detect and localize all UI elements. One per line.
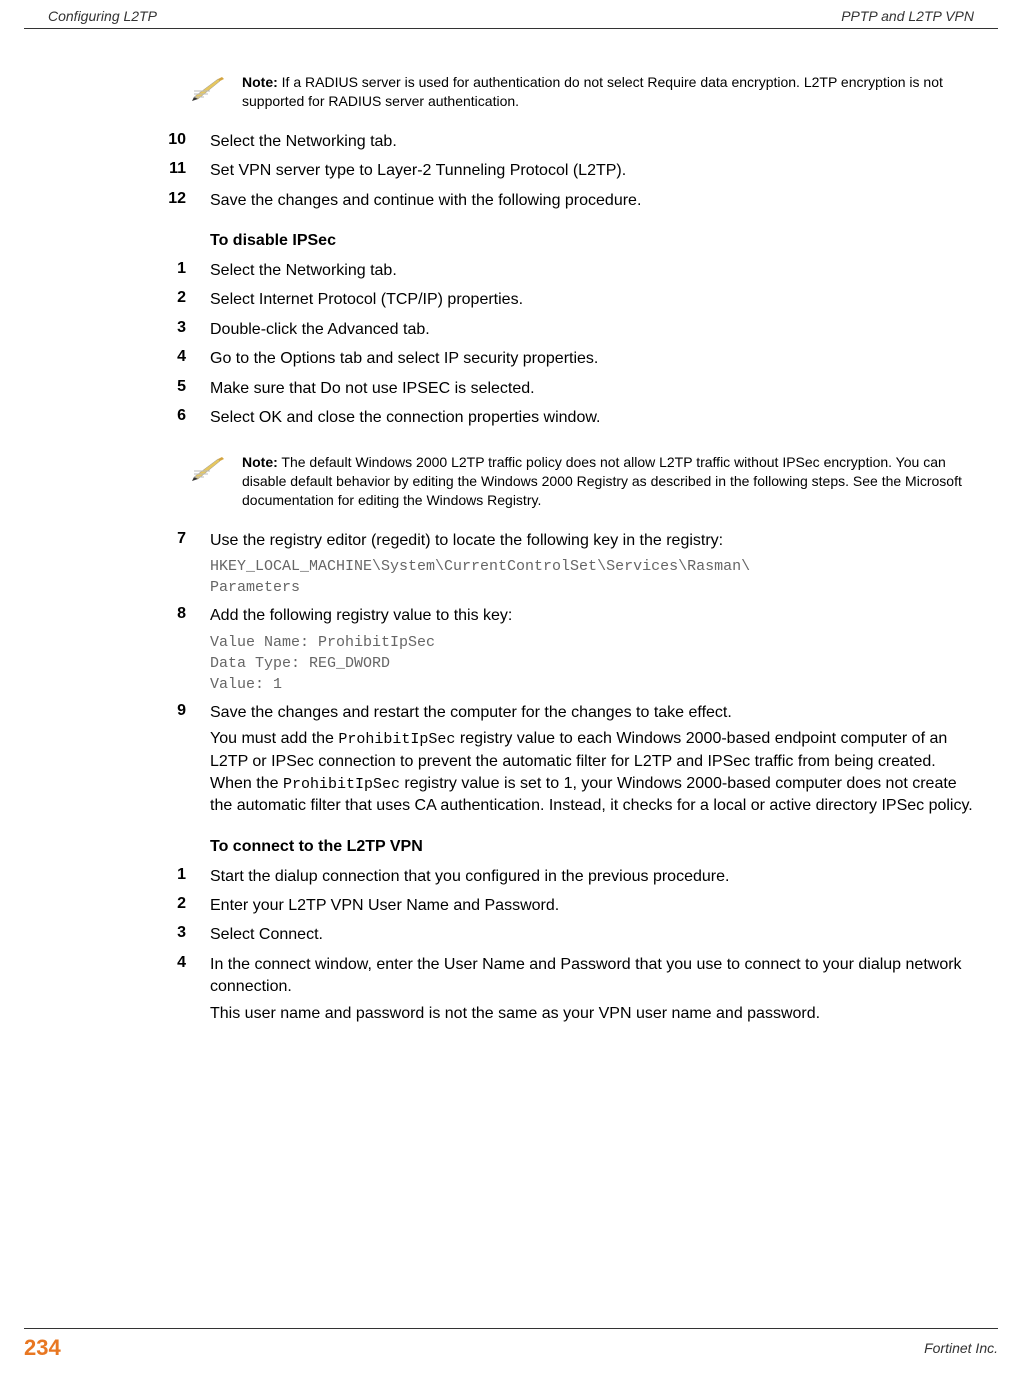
step-9-text: Save the changes and restart the compute… (210, 704, 732, 721)
step-text: Set VPN server type to Layer-2 Tunneling… (210, 160, 980, 182)
step-12: 12 Save the changes and continue with th… (40, 190, 980, 212)
heading-disable-ipsec: To disable IPSec (210, 232, 982, 250)
step-number: 1 (40, 260, 210, 282)
step-c4: 4 In the connect window, enter the User … (40, 954, 980, 1025)
note-icon (190, 73, 230, 108)
step-text: Select OK and close the connection prope… (210, 407, 980, 429)
step-7: 7 Use the registry editor (regedit) to l… (40, 530, 980, 598)
step-number: 9 (40, 702, 210, 818)
step-c1: 1 Start the dialup connection that you c… (40, 866, 980, 888)
code-prohibitipsec-1: ProhibitIpSec (338, 731, 455, 748)
step-7-text: Use the registry editor (regedit) to loc… (210, 532, 723, 549)
step-c4-text: In the connect window, enter the User Na… (210, 956, 962, 995)
step-10: 10 Select the Networking tab. (40, 131, 980, 153)
step-number: 5 (40, 378, 210, 400)
step-b2: 2 Select Internet Protocol (TCP/IP) prop… (40, 289, 980, 311)
step-c4-sub: This user name and password is not the s… (210, 1003, 980, 1025)
step-number: 2 (40, 895, 210, 917)
step-text: Save the changes and restart the compute… (210, 702, 980, 818)
note-block-2: Note: The default Windows 2000 L2TP traf… (190, 453, 970, 510)
page-content: Note: If a RADIUS server is used for aut… (0, 29, 1022, 1052)
step-b3: 3 Double-click the Advanced tab. (40, 319, 980, 341)
note-label: Note: (242, 74, 278, 90)
code-prohibitipsec-2: ProhibitIpSec (283, 776, 400, 793)
note-block-1: Note: If a RADIUS server is used for aut… (190, 73, 970, 111)
step-8-text: Add the following registry value to this… (210, 607, 512, 624)
heading-connect-l2tp: To connect to the L2TP VPN (210, 838, 982, 856)
step-11: 11 Set VPN server type to Layer-2 Tunnel… (40, 160, 980, 182)
step-text: Save the changes and continue with the f… (210, 190, 980, 212)
step-number: 3 (40, 319, 210, 341)
step-b4: 4 Go to the Options tab and select IP se… (40, 348, 980, 370)
step-b1: 1 Select the Networking tab. (40, 260, 980, 282)
step-number: 2 (40, 289, 210, 311)
step-text: Select the Networking tab. (210, 131, 980, 153)
note-body: The default Windows 2000 L2TP traffic po… (242, 454, 962, 508)
step-number: 10 (40, 131, 210, 153)
step-number: 3 (40, 924, 210, 946)
note-label: Note: (242, 454, 278, 470)
step-number: 7 (40, 530, 210, 598)
step-text: Select the Networking tab. (210, 260, 980, 282)
step-text: Start the dialup connection that you con… (210, 866, 980, 888)
step-number: 1 (40, 866, 210, 888)
note-text-1: Note: If a RADIUS server is used for aut… (242, 73, 970, 111)
step-text: Enter your L2TP VPN User Name and Passwo… (210, 895, 980, 917)
step-c3: 3 Select Connect. (40, 924, 980, 946)
step-9: 9 Save the changes and restart the compu… (40, 702, 980, 818)
step-number: 6 (40, 407, 210, 429)
step-number: 4 (40, 348, 210, 370)
step-text: Double-click the Advanced tab. (210, 319, 980, 341)
step-text: Go to the Options tab and select IP secu… (210, 348, 980, 370)
footer-company: Fortinet Inc. (924, 1340, 998, 1356)
step-text: In the connect window, enter the User Na… (210, 954, 980, 1025)
sub-a: You must add the (210, 730, 338, 747)
note-text-2: Note: The default Windows 2000 L2TP traf… (242, 453, 970, 510)
header-left: Configuring L2TP (48, 8, 157, 24)
step-text: Add the following registry value to this… (210, 605, 980, 694)
step-8: 8 Add the following registry value to th… (40, 605, 980, 694)
header-right: PPTP and L2TP VPN (841, 8, 974, 24)
page-footer: 234 Fortinet Inc. (24, 1328, 998, 1367)
step-number: 4 (40, 954, 210, 1025)
step-text: Use the registry editor (regedit) to loc… (210, 530, 980, 598)
step-text: Select Connect. (210, 924, 980, 946)
step-number: 12 (40, 190, 210, 212)
note-icon (190, 453, 230, 488)
page-header: Configuring L2TP PPTP and L2TP VPN (24, 0, 998, 29)
step-b5: 5 Make sure that Do not use IPSEC is sel… (40, 378, 980, 400)
step-number: 8 (40, 605, 210, 694)
step-c2: 2 Enter your L2TP VPN User Name and Pass… (40, 895, 980, 917)
step-b6: 6 Select OK and close the connection pro… (40, 407, 980, 429)
step-number: 11 (40, 160, 210, 182)
registry-path: HKEY_LOCAL_MACHINE\System\CurrentControl… (210, 556, 980, 598)
step-text: Make sure that Do not use IPSEC is selec… (210, 378, 980, 400)
step-9-sub: You must add the ProhibitIpSec registry … (210, 728, 980, 818)
page-number: 234 (24, 1335, 61, 1361)
note-body: If a RADIUS server is used for authentic… (242, 74, 943, 109)
step-text: Select Internet Protocol (TCP/IP) proper… (210, 289, 980, 311)
registry-value: Value Name: ProhibitIpSec Data Type: REG… (210, 632, 980, 695)
